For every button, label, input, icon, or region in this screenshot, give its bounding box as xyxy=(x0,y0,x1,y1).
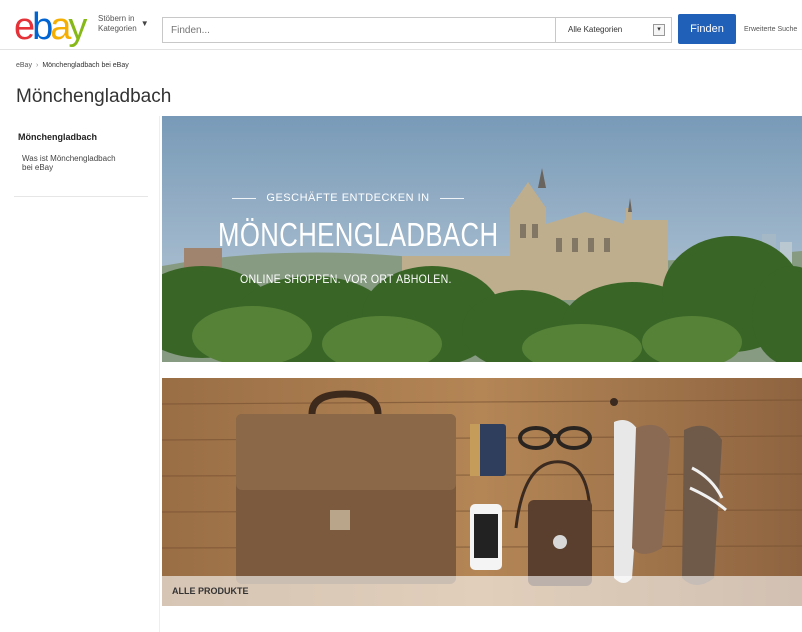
breadcrumb-separator-icon: › xyxy=(35,62,39,69)
browse-categories-button[interactable]: Stöbern in Kategorien ▼ xyxy=(98,14,154,34)
search-input[interactable] xyxy=(163,18,553,42)
products-label-bar: ALLE PRODUKTE xyxy=(162,576,802,606)
breadcrumb: eBay › Mönchengladbach bei eBay xyxy=(16,62,129,69)
hero-subtitle: ONLINE SHOPPEN. VOR ORT ABHOLEN. xyxy=(240,272,452,286)
breadcrumb-home-link[interactable]: eBay xyxy=(16,62,32,69)
sidebar: Mönchengladbach Was ist Mönchengladbach … xyxy=(0,116,160,632)
sidebar-item-about[interactable]: Was ist Mönchengladbach bei eBay xyxy=(22,154,122,172)
logo-letter-b: b xyxy=(32,6,53,48)
all-products-banner[interactable]: ALLE PRODUKTE xyxy=(162,378,802,606)
header: e b a y Stöbern in Kategorien ▼ Alle Kat… xyxy=(0,0,802,50)
browse-label: Stöbern in Kategorien xyxy=(98,14,137,33)
ebay-logo[interactable]: e b a y xyxy=(14,6,87,48)
page-title: Mönchengladbach xyxy=(16,86,172,107)
all-products-label[interactable]: ALLE PRODUKTE xyxy=(172,586,249,596)
hero-rule-right xyxy=(439,197,464,199)
logo-letter-a: a xyxy=(50,6,71,48)
hero-pre-title: GESCHÄFTE ENTDECKEN IN xyxy=(232,192,464,204)
find-button[interactable]: Finden xyxy=(678,14,736,44)
sidebar-divider xyxy=(14,196,148,197)
logo-letter-e: e xyxy=(14,6,35,48)
caret-down-icon: ▼ xyxy=(140,19,149,28)
category-select[interactable]: Alle Kategorien ▾ xyxy=(555,18,671,42)
hero-rule-left xyxy=(232,197,257,199)
logo-letter-y: y xyxy=(68,6,87,48)
hero-title: MÖNCHENGLADBACH xyxy=(218,216,499,253)
search-bar: Alle Kategorien ▾ xyxy=(162,17,672,43)
advanced-search-link[interactable]: Erweiterte Suche xyxy=(744,26,797,33)
category-select-value: Alle Kategorien xyxy=(568,25,623,34)
hero-banner[interactable]: GESCHÄFTE ENTDECKEN IN MÖNCHENGLADBACH O… xyxy=(162,116,802,362)
breadcrumb-current: Mönchengladbach bei eBay xyxy=(42,62,129,69)
sidebar-heading: Mönchengladbach xyxy=(18,132,98,142)
products-background-image xyxy=(162,378,802,606)
dropdown-arrow-icon: ▾ xyxy=(653,24,665,36)
